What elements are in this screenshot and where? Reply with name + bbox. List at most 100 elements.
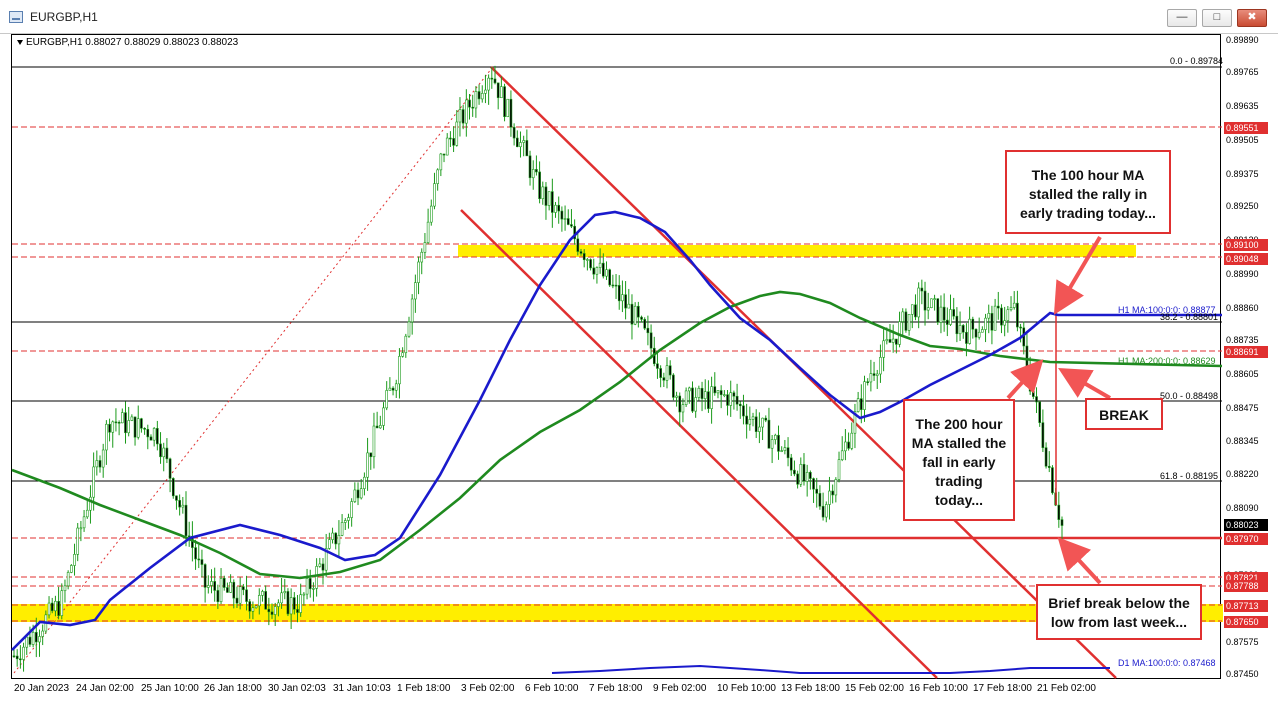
price-tick-label: 0.88605	[1226, 368, 1259, 379]
candle-body	[379, 425, 382, 429]
candle-body	[754, 416, 758, 432]
candle-body	[382, 407, 385, 426]
candle-body	[407, 321, 411, 337]
candle-body	[735, 395, 739, 405]
candle-body	[780, 450, 783, 452]
candle-body	[608, 269, 611, 286]
candle-body	[688, 387, 691, 392]
candle-body	[235, 597, 239, 604]
level-price-box: 0.87970	[1224, 532, 1268, 545]
candle-body	[471, 106, 474, 109]
candle-body	[474, 91, 478, 109]
candle-body	[12, 655, 16, 658]
price-tick-label: 0.87575	[1226, 636, 1259, 647]
candle-body	[824, 504, 828, 518]
candle-body	[955, 315, 959, 335]
candle-body	[675, 395, 678, 398]
candle-body	[207, 585, 210, 588]
candle-body	[1047, 465, 1051, 468]
candle-body	[70, 565, 73, 573]
ma200-line	[11, 290, 1223, 580]
callout-brief-break: Brief break below the low from last week…	[1036, 584, 1202, 640]
candle-body	[557, 204, 561, 212]
candle-body	[758, 426, 761, 432]
candle-body	[637, 305, 640, 318]
candle-body	[560, 210, 564, 220]
candle-body	[783, 447, 787, 451]
price-tick-label: 0.89765	[1226, 67, 1259, 78]
candle-body	[723, 394, 726, 396]
candle-body	[885, 339, 889, 342]
candle-body	[844, 441, 847, 452]
candle-body	[643, 319, 647, 329]
candle-body	[726, 394, 729, 406]
candle-body	[388, 387, 392, 391]
candle-body	[764, 417, 768, 421]
candle-body	[939, 306, 943, 323]
candle-body	[936, 298, 940, 323]
candle-body	[171, 478, 175, 497]
fib-tag-0: 0.0 - 0.89784	[1170, 56, 1224, 66]
candle-body	[630, 303, 634, 325]
candle-body	[312, 588, 315, 590]
time-tick-label: 1 Feb 18:00	[397, 683, 451, 694]
candle-body	[592, 267, 596, 275]
candle-body	[993, 305, 997, 331]
price-tick-label: 0.89890	[1226, 35, 1259, 45]
dropdown-triangle-icon[interactable]	[17, 39, 23, 45]
candle-body	[452, 138, 455, 146]
level-price-box: 0.87713	[1224, 599, 1268, 612]
candle-body	[178, 500, 181, 508]
ma200-tag: H1 MA:200:0:0: 0.88629	[1118, 356, 1216, 366]
candle-body	[774, 434, 777, 440]
candle-body	[50, 602, 54, 612]
candle-body	[257, 595, 261, 607]
time-tick-label: 21 Feb 02:00	[1037, 683, 1096, 694]
candle-body	[821, 505, 825, 518]
candle-body	[248, 601, 252, 612]
candle-body	[28, 636, 32, 645]
candle-body	[433, 183, 436, 207]
d1-ma-tag: D1 MA:100:0:0: 0.87468	[1118, 658, 1216, 668]
candle-body	[410, 298, 414, 323]
candle-body	[280, 592, 283, 604]
candle-body	[238, 586, 242, 604]
candle-body	[359, 488, 363, 499]
candle-body	[369, 452, 373, 458]
candle-body	[528, 155, 532, 179]
fib-tag-61: 61.8 - 0.88195	[1160, 471, 1219, 481]
candle-body	[264, 591, 267, 610]
candle-body	[414, 282, 417, 300]
time-tick-label: 30 Jan 02:03	[268, 683, 326, 694]
candle-body	[465, 99, 468, 124]
price-tick-label: 0.88090	[1226, 502, 1259, 513]
candle-body	[273, 606, 277, 615]
candle-body	[439, 153, 443, 171]
time-tick-label: 26 Jan 18:00	[204, 683, 262, 694]
candle-body	[691, 387, 694, 412]
candle-body	[175, 495, 178, 501]
candle-body	[901, 311, 905, 322]
candle-body	[270, 611, 274, 615]
candle-body	[152, 428, 156, 441]
candle-body	[582, 253, 586, 261]
level-price-box: 0.87788	[1224, 580, 1268, 593]
candle-body	[31, 632, 35, 645]
candle-body	[831, 490, 834, 496]
candle-body	[522, 140, 525, 143]
candle-body	[92, 466, 95, 498]
candle-body	[662, 377, 666, 381]
candle-body	[633, 305, 637, 325]
candle-body	[700, 387, 704, 399]
candle-body	[837, 459, 841, 480]
candle-body	[76, 527, 80, 555]
candle-body	[117, 422, 121, 424]
candle-body	[1016, 302, 1019, 328]
price-tick-label: 0.88735	[1226, 335, 1259, 346]
candles	[12, 65, 1064, 672]
candle-body	[363, 476, 366, 489]
candle-body	[605, 269, 608, 277]
candle-body	[398, 356, 401, 385]
candle-body	[586, 259, 589, 261]
candle-body	[751, 416, 755, 420]
